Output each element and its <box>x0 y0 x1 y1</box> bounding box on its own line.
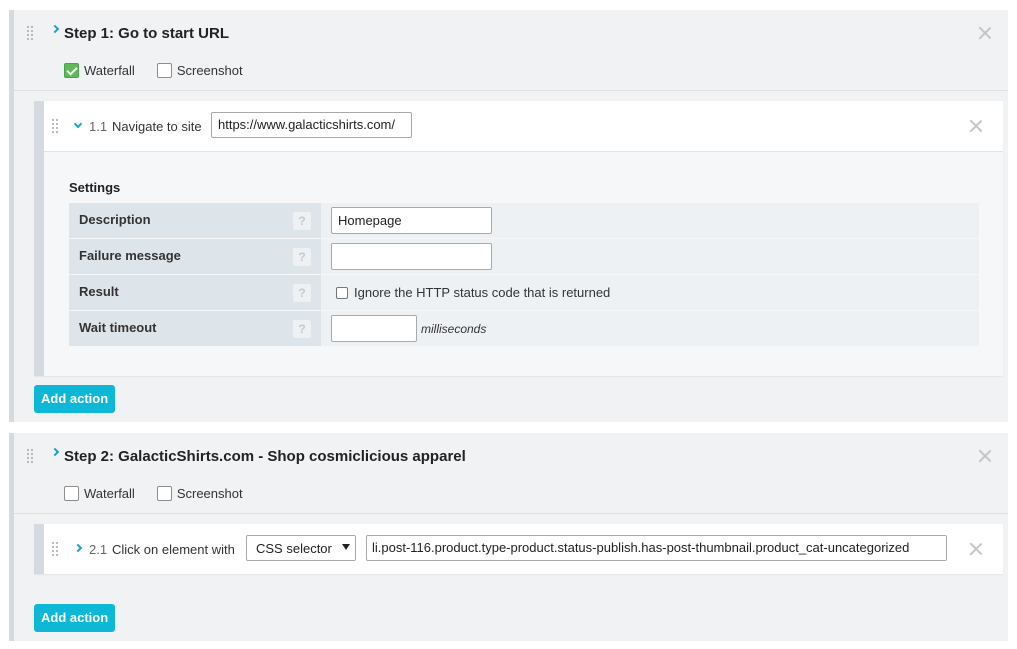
step-2-header: Step 2: GalacticShirts.com - Shop cosmic… <box>14 433 1008 513</box>
add-action-button[interactable]: Add action <box>34 604 116 632</box>
drag-handle-icon[interactable] <box>26 25 34 41</box>
step-1-title[interactable]: Step 1: Go to start URL <box>64 25 229 42</box>
action-number: 1.1 <box>89 119 108 134</box>
help-icon[interactable]: ? <box>293 284 311 302</box>
action-1-1: 1.1 Navigate to site https://www.galacti… <box>34 101 1003 376</box>
chevron-right-icon[interactable] <box>50 447 60 457</box>
drag-handle-icon[interactable] <box>51 541 59 557</box>
screenshot-label: Screenshot <box>176 63 243 78</box>
setting-value-cell: Homepage <box>321 203 979 238</box>
milliseconds-unit: milliseconds <box>421 322 487 336</box>
step-2-title[interactable]: Step 2: GalacticShirts.com - Shop cosmic… <box>64 448 466 465</box>
setting-label: Description <box>69 203 321 238</box>
close-icon[interactable] <box>978 449 992 463</box>
setting-value-cell <box>321 239 979 274</box>
action-number: 2.1 <box>89 542 108 557</box>
setting-label: Wait timeout <box>69 311 321 346</box>
chevron-right-icon[interactable] <box>50 24 60 34</box>
screenshot-checkbox[interactable] <box>156 486 172 501</box>
drag-handle-icon[interactable] <box>26 448 34 464</box>
step-1-options: Waterfall Screenshot <box>64 63 265 78</box>
step-2-panel: Step 2: GalacticShirts.com - Shop cosmic… <box>9 433 1008 641</box>
action-settings-panel: Settings Description ? Homepage Failure … <box>44 151 1003 376</box>
step-1-close-button[interactable] <box>978 26 992 43</box>
setting-row-result: Result ? Ignore the HTTP status code tha… <box>69 275 979 310</box>
selector-type-select[interactable]: CSS selector <box>246 535 356 561</box>
waterfall-option[interactable]: Waterfall <box>64 63 135 78</box>
selector-value-input[interactable]: li.post-116.product.type-product.status-… <box>366 535 947 561</box>
waterfall-label: Waterfall <box>84 486 135 501</box>
ignore-http-status-label: Ignore the HTTP status code that is retu… <box>354 285 611 300</box>
action-close-icon[interactable] <box>969 119 983 133</box>
url-input[interactable]: https://www.galacticshirts.com/ <box>211 112 412 138</box>
waterfall-option[interactable]: Waterfall <box>64 486 135 501</box>
action-close-icon[interactable] <box>969 542 983 556</box>
divider <box>14 513 1008 514</box>
step-2-options: Waterfall Screenshot <box>64 486 265 501</box>
screenshot-label: Screenshot <box>176 486 243 501</box>
chevron-down-icon[interactable] <box>73 119 83 129</box>
setting-row-failure-message: Failure message ? <box>69 239 979 274</box>
selector-type-value: CSS selector <box>256 541 332 556</box>
action-2-1-row: 2.1 Click on element with CSS selector l… <box>44 524 1003 574</box>
dropdown-arrow-icon <box>342 544 350 550</box>
waterfall-checkbox[interactable] <box>64 63 79 78</box>
wait-timeout-input[interactable] <box>331 315 417 342</box>
help-icon[interactable]: ? <box>293 212 311 230</box>
action-label: Click on element with <box>112 542 235 557</box>
action-label: Navigate to site <box>112 119 202 134</box>
step-1-panel: Step 1: Go to start URL Waterfall Screen… <box>9 10 1008 422</box>
waterfall-checkbox[interactable] <box>64 486 79 501</box>
setting-value-cell: Ignore the HTTP status code that is retu… <box>321 275 979 310</box>
action-2-1: 2.1 Click on element with CSS selector l… <box>34 524 1003 574</box>
step-1-header: Step 1: Go to start URL Waterfall Screen… <box>14 10 1008 90</box>
setting-label: Failure message <box>69 239 321 274</box>
screenshot-option[interactable]: Screenshot <box>156 486 243 501</box>
action-1-1-row: 1.1 Navigate to site https://www.galacti… <box>44 101 1003 151</box>
help-icon[interactable]: ? <box>293 248 311 266</box>
setting-row-wait-timeout: Wait timeout ? milliseconds <box>69 311 979 346</box>
screenshot-checkbox[interactable] <box>156 63 172 78</box>
setting-value-cell: milliseconds <box>321 311 979 346</box>
add-action-button[interactable]: Add action <box>34 385 116 413</box>
settings-title: Settings <box>69 180 121 195</box>
setting-label: Result <box>69 275 321 310</box>
close-icon[interactable] <box>978 26 992 40</box>
waterfall-label: Waterfall <box>84 63 135 78</box>
chevron-right-icon[interactable] <box>73 543 83 553</box>
description-input[interactable]: Homepage <box>331 207 492 234</box>
divider <box>14 90 1008 91</box>
drag-handle-icon[interactable] <box>51 118 59 134</box>
help-icon[interactable]: ? <box>293 320 311 338</box>
ignore-http-status-checkbox[interactable] <box>336 287 348 299</box>
screenshot-option[interactable]: Screenshot <box>156 63 243 78</box>
failure-message-input[interactable] <box>331 243 492 270</box>
step-2-close-button[interactable] <box>978 449 992 466</box>
setting-row-description: Description ? Homepage <box>69 203 979 238</box>
